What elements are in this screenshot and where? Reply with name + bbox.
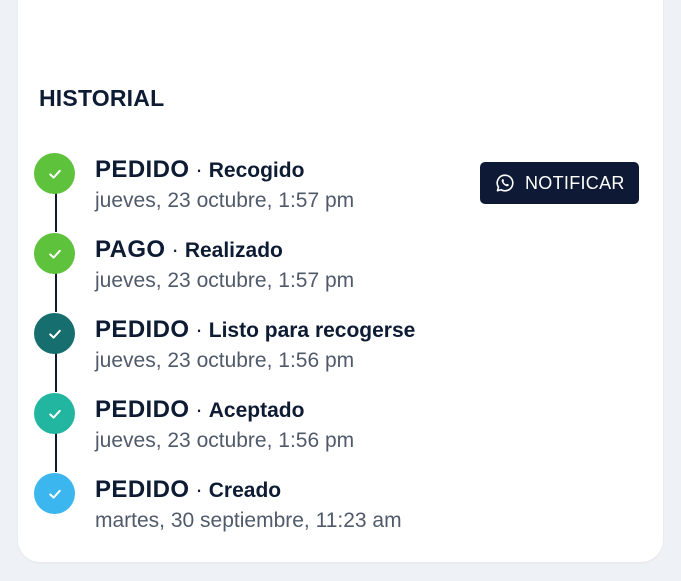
event-date: jueves, 23 octubre, 1:57 pm: [95, 269, 355, 292]
event-date: jueves, 23 octubre, 1:57 pm: [95, 189, 355, 212]
event-status: Realizado: [184, 239, 283, 262]
event-type: PEDIDO: [95, 316, 190, 343]
whatsapp-icon: [495, 173, 515, 193]
event-separator: ·: [195, 397, 203, 422]
event-heading: PEDIDO · Listo para recogerse: [95, 316, 415, 344]
section-title: HISTORIAL: [39, 85, 165, 111]
history-timeline: PEDIDO · Recogido jueves, 23 octubre, 1:57…: [34, 150, 674, 550]
event-separator: ·: [195, 157, 203, 182]
history-event: PEDIDO · Creado martes, 30 septiembre, 11:…: [34, 470, 674, 540]
history-event: PEDIDO · Aceptado jueves, 23 octubre, 1:56…: [34, 390, 674, 460]
event-status: Listo para recogerse: [208, 319, 416, 342]
event-separator: ·: [195, 317, 203, 342]
event-date: martes, 30 septiembre, 11:23 am: [95, 509, 402, 532]
event-heading: PEDIDO · Creado: [95, 476, 281, 504]
event-separator: ·: [195, 477, 203, 502]
event-heading: PEDIDO · Recogido: [95, 156, 304, 184]
event-type: PEDIDO: [95, 156, 190, 183]
event-type: PEDIDO: [95, 476, 190, 503]
notify-button[interactable]: NOTIFICAR: [480, 162, 639, 204]
event-status: Aceptado: [208, 399, 305, 422]
event-separator: ·: [171, 237, 179, 262]
history-event: PAGO · Realizado jueves, 23 octubre, 1:57 …: [34, 230, 674, 300]
event-heading: PEDIDO · Aceptado: [95, 396, 304, 424]
check-icon: [34, 473, 75, 514]
notify-button-label: NOTIFICAR: [525, 172, 625, 193]
event-status: Recogido: [208, 159, 305, 182]
event-date: jueves, 23 octubre, 1:56 pm: [95, 429, 355, 452]
check-icon: [34, 233, 75, 274]
event-date: jueves, 23 octubre, 1:56 pm: [95, 349, 355, 372]
event-heading: PAGO · Realizado: [95, 236, 283, 264]
check-icon: [34, 153, 75, 194]
history-event: PEDIDO · Listo para recogerse jueves, 23 o…: [34, 310, 674, 380]
check-icon: [34, 313, 75, 354]
event-type: PAGO: [95, 236, 166, 263]
check-icon: [34, 393, 75, 434]
event-status: Creado: [208, 479, 282, 502]
event-type: PEDIDO: [95, 396, 190, 423]
